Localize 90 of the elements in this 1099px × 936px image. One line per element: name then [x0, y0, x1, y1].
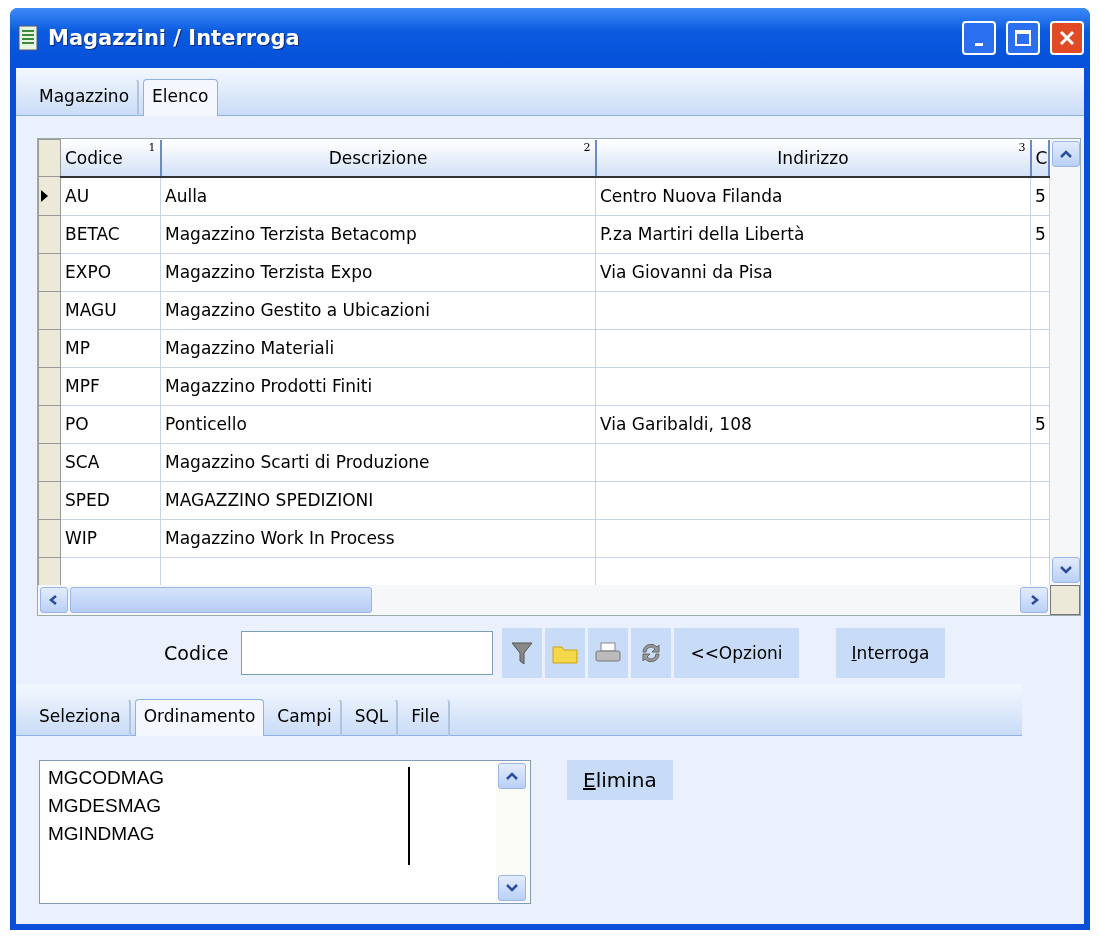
vertical-scrollbar[interactable]	[1050, 139, 1080, 585]
table-cell: 5	[1030, 176, 1049, 215]
table-cell: Ponticello	[160, 405, 596, 443]
table-cell: Centro Nuova Filanda	[595, 176, 1031, 215]
table-cell: Magazzino Materiali	[160, 329, 596, 367]
table-cell: Magazzino Prodotti Finiti	[160, 367, 596, 405]
chevron-up-icon	[505, 771, 519, 781]
scroll-up-button[interactable]	[1052, 141, 1080, 167]
field-label: Codice	[164, 642, 229, 664]
column-title: Indirizzo	[777, 147, 849, 168]
chevron-up-icon	[1059, 149, 1073, 159]
table-cell: MAGAZZINO SPEDIZIONI	[160, 481, 596, 519]
table-cell: PO	[60, 405, 161, 443]
list-item[interactable]: MGDESMAG	[48, 795, 488, 817]
column-header[interactable]: Indirizzo 3	[595, 139, 1031, 177]
tab[interactable]: Magazzino	[30, 79, 140, 116]
table-cell	[1030, 367, 1049, 405]
column-header[interactable]: Descrizione 2	[160, 139, 596, 177]
column-title: C	[1035, 147, 1048, 168]
horizontal-scrollbar[interactable]	[38, 585, 1050, 615]
grid-corner	[1050, 585, 1080, 615]
scroll-up-button[interactable]	[498, 763, 526, 789]
column-title: Codice	[65, 147, 123, 168]
close-icon	[1058, 29, 1076, 47]
tab[interactable]: Campi	[268, 699, 342, 736]
table-cell: BETAC	[60, 215, 161, 253]
sort-number: 3	[1018, 140, 1026, 154]
table-cell: SPED	[60, 481, 161, 519]
maximize-icon	[1014, 29, 1032, 47]
table-cell: MPF	[60, 367, 161, 405]
table-cell: Magazzino Scarti di Produzione	[160, 443, 596, 481]
scroll-thumb[interactable]	[70, 587, 372, 613]
table-cell: Magazzino Terzista Betacomp	[160, 215, 596, 253]
table-cell	[1030, 481, 1049, 519]
minimize-icon	[975, 42, 983, 46]
funnel-icon	[510, 640, 535, 666]
sort-number: 1	[148, 140, 156, 154]
table-cell: MP	[60, 329, 161, 367]
tab[interactable]: Ordinamento	[134, 699, 265, 736]
maximize-button[interactable]	[1006, 21, 1040, 55]
table-cell	[1030, 253, 1049, 291]
printer-icon	[594, 641, 623, 665]
sort-list[interactable]: MGCODMAG MGDESMAG MGINDMAG	[39, 760, 531, 904]
table-cell: Magazzino Terzista Expo	[160, 253, 596, 291]
table-cell	[1030, 291, 1049, 329]
close-button[interactable]	[1050, 21, 1084, 55]
list-scrollbar[interactable]	[496, 761, 530, 903]
tab[interactable]: Elenco	[143, 79, 218, 116]
tab[interactable]: File	[402, 699, 450, 736]
filter-button[interactable]	[502, 628, 543, 678]
column-title: Descrizione	[328, 147, 428, 168]
refresh-button[interactable]	[631, 628, 672, 678]
table-cell: Aulla	[160, 176, 596, 215]
scroll-left-button[interactable]	[40, 587, 68, 613]
chevron-down-icon	[1059, 565, 1073, 575]
table-cell: Magazzino Work In Process	[160, 519, 596, 557]
list-item[interactable]: MGINDMAG	[48, 823, 488, 845]
table-cell: EXPO	[60, 253, 161, 291]
code-input[interactable]	[241, 631, 494, 675]
document-icon	[18, 25, 38, 51]
tab[interactable]: SQL	[345, 699, 399, 736]
table-cell: P.za Martiri della Libertà	[595, 215, 1031, 253]
options-button[interactable]: <<Opzioni	[674, 628, 799, 678]
current-row-icon	[41, 190, 48, 202]
minimize-button[interactable]	[962, 21, 996, 55]
chevron-down-icon	[505, 883, 519, 893]
table-cell	[1030, 443, 1049, 481]
list-item[interactable]: MGCODMAG	[48, 767, 488, 789]
scroll-right-button[interactable]	[1020, 587, 1048, 613]
row-header	[38, 139, 61, 177]
query-button[interactable]: Interroga	[835, 628, 946, 678]
table-cell: 5	[1030, 405, 1049, 443]
table-cell: MAGU	[60, 291, 161, 329]
column-header[interactable]: Codice 1	[60, 139, 161, 177]
tab[interactable]: Seleziona	[30, 699, 131, 736]
table-cell: Via Garibaldi, 108	[595, 405, 1031, 443]
table-cell: Magazzino Gestito a Ubicazioni	[160, 291, 596, 329]
row-header[interactable]	[38, 176, 61, 215]
table-cell	[1030, 329, 1049, 367]
table-cell: SCA	[60, 443, 161, 481]
scroll-down-button[interactable]	[1052, 557, 1080, 583]
delete-button[interactable]: Elimina	[567, 760, 673, 800]
scroll-down-button[interactable]	[498, 875, 526, 901]
table-cell: 5	[1030, 215, 1049, 253]
print-button[interactable]	[588, 628, 629, 678]
sort-number: 2	[583, 140, 591, 154]
window-title: Magazzini / Interroga	[48, 26, 301, 50]
table-cell: Via Giovanni da Pisa	[595, 253, 1031, 291]
table-cell: WIP	[60, 519, 161, 557]
table-cell: AU	[60, 176, 161, 215]
